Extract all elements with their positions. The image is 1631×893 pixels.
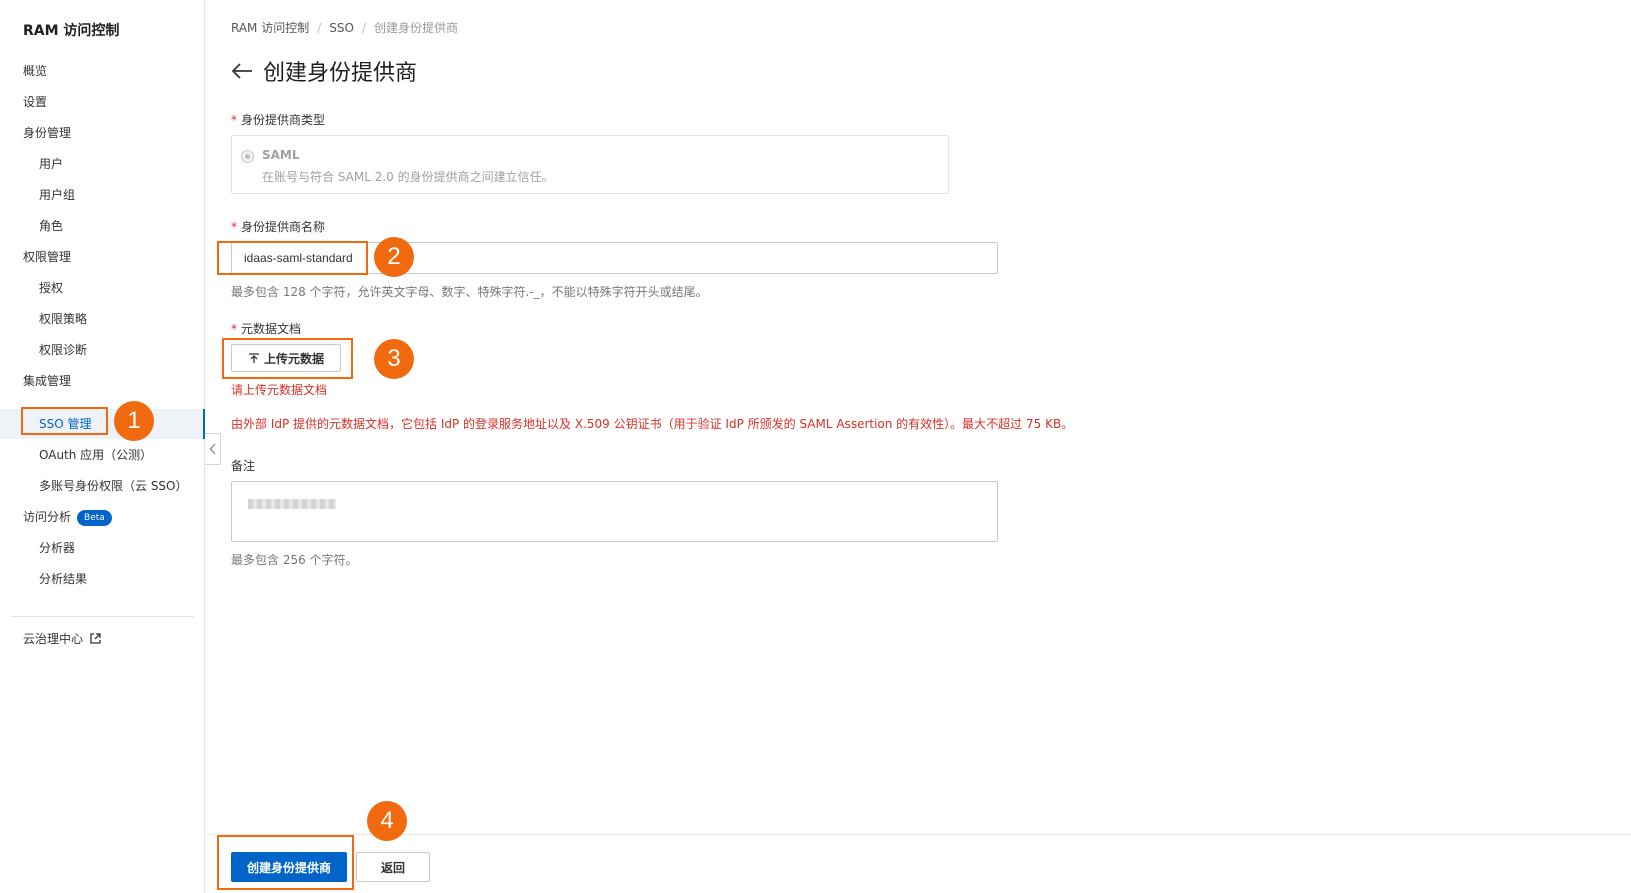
sidebar-item-overview[interactable]: 概览 — [23, 62, 47, 80]
required-mark: * — [231, 220, 237, 234]
chevron-left-icon — [209, 443, 215, 455]
remark-textarea[interactable] — [231, 481, 998, 542]
required-mark: * — [231, 322, 237, 336]
sidebar-item-user-groups[interactable]: 用户组 — [39, 186, 75, 204]
sidebar: RAM 访问控制 概览 设置 身份管理 用户 用户组 角色 权限管理 授权 权限… — [0, 0, 205, 893]
sidebar-item-roles[interactable]: 角色 — [39, 217, 63, 235]
sidebar-divider — [11, 616, 194, 617]
sidebar-item-governance-center[interactable]: 云治理中心 — [23, 630, 101, 649]
annotation-step-3: 3 — [374, 339, 414, 379]
metadata-field-label: * 元数据文档 — [231, 320, 301, 337]
app-title: RAM 访问控制 — [23, 23, 120, 39]
saml-option-name: SAML — [262, 148, 300, 162]
sidebar-item-policies[interactable]: 权限策略 — [39, 310, 87, 328]
annotation-box-1 — [21, 407, 108, 435]
remark-field-label: 备注 — [231, 459, 256, 473]
breadcrumb-current: 创建身份提供商 — [374, 21, 459, 35]
breadcrumb: RAM 访问控制 / SSO / 创建身份提供商 — [231, 19, 458, 36]
metadata-label-text: 元数据文档 — [241, 322, 302, 336]
sidebar-item-oauth[interactable]: OAuth 应用（公测） — [39, 446, 152, 464]
page-header: 创建身份提供商 — [231, 55, 417, 87]
required-mark: * — [231, 113, 237, 127]
saml-radio — [241, 150, 254, 163]
provider-type-option: SAML 在账号与符合 SAML 2.0 的身份提供商之间建立信任。 — [231, 135, 949, 194]
back-arrow-icon[interactable] — [231, 62, 253, 80]
annotation-step-1: 1 — [114, 401, 154, 441]
annotation-box-2 — [217, 241, 368, 275]
sidebar-item-users[interactable]: 用户 — [39, 155, 63, 173]
annotation-box-3 — [222, 338, 353, 379]
sidebar-group-access-analysis[interactable]: 访问分析 Beta — [23, 508, 112, 526]
beta-badge: Beta — [77, 509, 112, 526]
annotation-step-2: 2 — [374, 237, 414, 277]
sidebar-item-grants[interactable]: 授权 — [39, 279, 63, 297]
sidebar-item-analysis-results[interactable]: 分析结果 — [39, 570, 87, 588]
sidebar-group-identity[interactable]: 身份管理 — [23, 124, 71, 142]
sidebar-group-integration[interactable]: 集成管理 — [23, 372, 71, 390]
sidebar-collapse-button[interactable] — [205, 433, 221, 465]
remark-hint: 最多包含 256 个字符。 — [231, 553, 358, 567]
sidebar-group-permissions[interactable]: 权限管理 — [23, 248, 71, 266]
saml-option-description: 在账号与符合 SAML 2.0 的身份提供商之间建立信任。 — [262, 170, 554, 184]
breadcrumb-separator: / — [317, 21, 322, 35]
back-button[interactable]: 返回 — [356, 852, 430, 882]
name-hint: 最多包含 128 个字符，允许英文字母、数字、特殊字符.-_，不能以特殊字符开头… — [231, 285, 708, 299]
page-title: 创建身份提供商 — [263, 61, 418, 86]
sidebar-item-diagnostics[interactable]: 权限诊断 — [39, 341, 87, 359]
metadata-description: 由外部 IdP 提供的元数据文档，它包括 IdP 的登录服务地址以及 X.509… — [231, 417, 1074, 431]
breadcrumb-sso[interactable]: SSO — [329, 21, 354, 35]
redacted-remark-text — [248, 499, 336, 509]
annotation-step-4: 4 — [367, 801, 407, 841]
type-field-label: * 身份提供商类型 — [231, 111, 325, 128]
metadata-error: 请上传元数据文档 — [231, 383, 328, 397]
sidebar-item-label: 访问分析 — [23, 510, 72, 524]
sidebar-item-settings[interactable]: 设置 — [23, 93, 47, 111]
sidebar-item-cloud-sso[interactable]: 多账号身份权限（云 SSO） — [39, 477, 188, 495]
sidebar-item-analyzers[interactable]: 分析器 — [39, 539, 75, 557]
external-link-icon — [90, 631, 101, 649]
footer-divider — [206, 834, 1631, 835]
sidebar-item-label: 云治理中心 — [23, 632, 84, 646]
name-label-text: 身份提供商名称 — [241, 220, 326, 234]
annotation-box-4 — [217, 835, 354, 890]
name-field-label: * 身份提供商名称 — [231, 218, 325, 235]
type-label-text: 身份提供商类型 — [241, 113, 326, 127]
breadcrumb-separator: / — [361, 21, 367, 35]
breadcrumb-ram[interactable]: RAM 访问控制 — [231, 21, 309, 35]
